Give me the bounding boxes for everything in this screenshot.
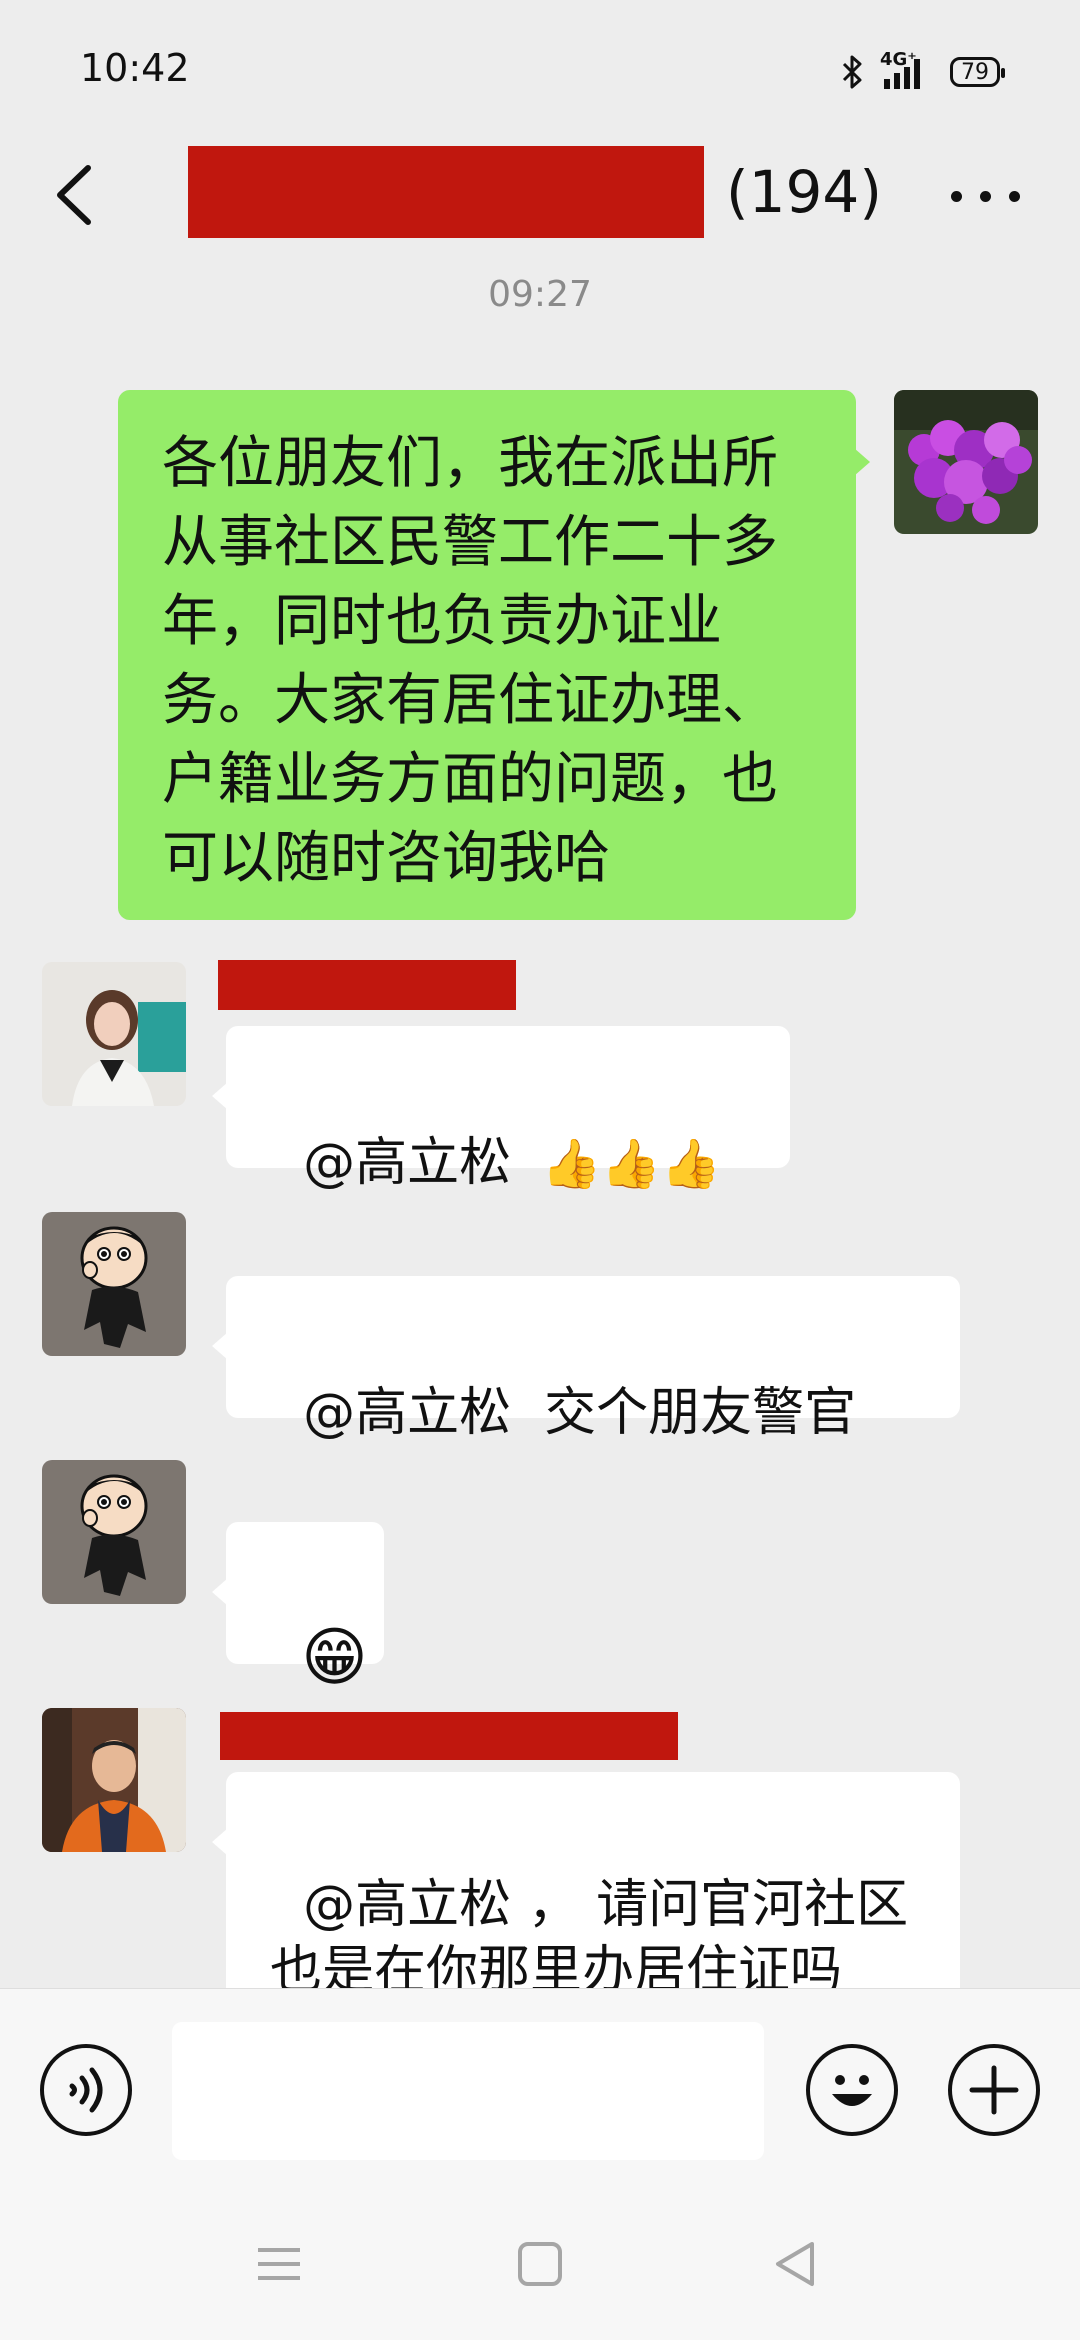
- avatar-cartoon[interactable]: [42, 1460, 186, 1604]
- member-count: (194): [726, 158, 882, 226]
- redacted-sender-name: [218, 960, 516, 1010]
- redacted-sender-name: [220, 1712, 678, 1760]
- message-text: @高立松 交个朋友警官: [303, 1383, 857, 1443]
- timestamp-divider: 09:27: [488, 274, 592, 315]
- message-bubble[interactable]: @高立松 👍👍👍: [212, 1026, 790, 1193]
- plus-button[interactable]: [948, 2044, 1040, 2136]
- status-icons: 4G⁺ 79: [840, 49, 1005, 94]
- smiley-icon: [832, 2075, 872, 2106]
- bluetooth-icon: [842, 55, 862, 89]
- back-icon[interactable]: [48, 160, 108, 230]
- voice-icon: [69, 2067, 103, 2113]
- voice-button[interactable]: [40, 2044, 132, 2136]
- message-text: @高立松: [303, 1133, 528, 1193]
- message-bubble[interactable]: @高立松 交个朋友警官: [212, 1276, 960, 1443]
- thumbs-up-emoji: 👍👍👍: [541, 1136, 721, 1192]
- more-icon[interactable]: [930, 176, 1040, 216]
- avatar-user[interactable]: [42, 1708, 186, 1852]
- signal-icon: 4G⁺: [880, 49, 936, 91]
- emoji-button[interactable]: [806, 2044, 898, 2136]
- message-text: @高立松 ， 请问官河社区也是在你那里办居住证吗: [270, 1875, 909, 2001]
- home-icon[interactable]: [516, 2240, 564, 2288]
- back-nav-icon[interactable]: [772, 2240, 818, 2288]
- system-nav-bar: [0, 2184, 1080, 2340]
- avatar-cartoon[interactable]: [42, 1212, 186, 1356]
- redacted-group-name: [188, 146, 704, 238]
- message-bubble-self[interactable]: 各位朋友们，我在派出所从事社区民警工作二十多年，同时也负责办证业务。大家有居住证…: [118, 390, 870, 920]
- status-time: 10:42: [80, 46, 190, 90]
- grin-emoji: 😁: [301, 1621, 368, 1695]
- avatar-self[interactable]: [894, 390, 1038, 534]
- battery-icon: 79: [950, 57, 1005, 87]
- message-text: 各位朋友们，我在派出所从事社区民警工作二十多年，同时也负责办证业务。大家有居住证…: [162, 431, 778, 891]
- message-bubble[interactable]: 😁: [212, 1522, 384, 1695]
- plus-icon: [969, 2065, 1019, 2115]
- menu-icon[interactable]: [256, 2244, 302, 2284]
- battery-level: 79: [961, 59, 989, 85]
- avatar-user[interactable]: [42, 962, 186, 1106]
- message-input[interactable]: [172, 2022, 764, 2160]
